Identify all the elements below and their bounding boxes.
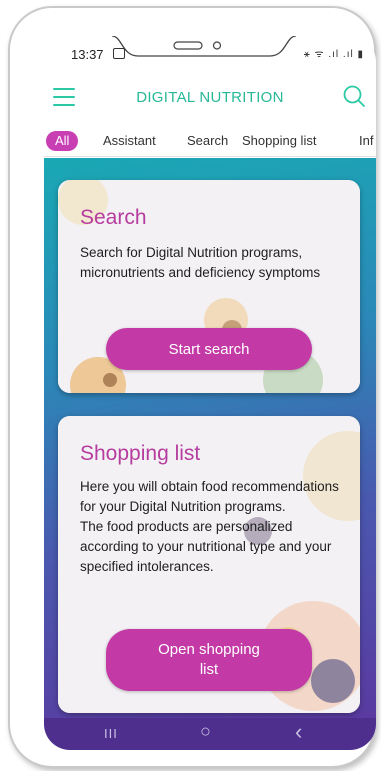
shopping-list-card: Shopping list Here you will obtain food … [58,416,360,713]
tab-search[interactable]: Search [187,131,228,151]
start-search-button[interactable]: Start search [106,328,312,370]
signal-battery-icon: ⚹ ᯤ .ıl .ıl ▮ [303,49,364,60]
tab-bar: All Assistant Search Shopping list Inf [44,128,376,157]
shopping-card-text-1: Here you will obtain food recommendation… [80,479,339,514]
status-time: 13:37 [71,47,104,62]
status-bar: 13:37 ⚹ ᯤ .ıl .ıl ▮ [44,36,376,72]
open-shopping-list-button[interactable]: Open shopping list [106,629,312,691]
home-icon[interactable]: ○ [200,721,211,742]
tab-assistant[interactable]: Assistant [103,131,156,151]
system-nav-bar: III ○ ‹ [44,718,376,750]
shopping-card-title: Shopping list [80,442,201,465]
app-header: DIGITAL NUTRITION [44,74,376,124]
search-icon[interactable] [342,84,366,108]
tab-info[interactable]: Inf [359,131,373,151]
page-title: DIGITAL NUTRITION [136,89,284,106]
back-icon[interactable]: ‹ [295,719,302,745]
shopping-card-description: Here you will obtain food recommendation… [80,477,345,577]
tab-shopping-list[interactable]: Shopping list [242,131,316,151]
shopping-card-text-2: The food products are personalized accor… [80,519,332,574]
phone-frame: 13:37 ⚹ ᯤ .ıl .ıl ▮ DIGITAL NUTRITION Al… [8,6,376,768]
notch [111,36,297,64]
recent-apps-icon[interactable]: III [104,726,118,741]
search-card-title: Search [80,206,147,229]
tab-all[interactable]: All [46,131,79,151]
search-card: Search Search for Digital Nutrition prog… [58,180,360,393]
screen: 13:37 ⚹ ᯤ .ıl .ıl ▮ DIGITAL NUTRITION Al… [44,36,376,750]
content-area: Search Search for Digital Nutrition prog… [44,158,376,718]
search-card-description: Search for Digital Nutrition programs, m… [80,245,321,280]
